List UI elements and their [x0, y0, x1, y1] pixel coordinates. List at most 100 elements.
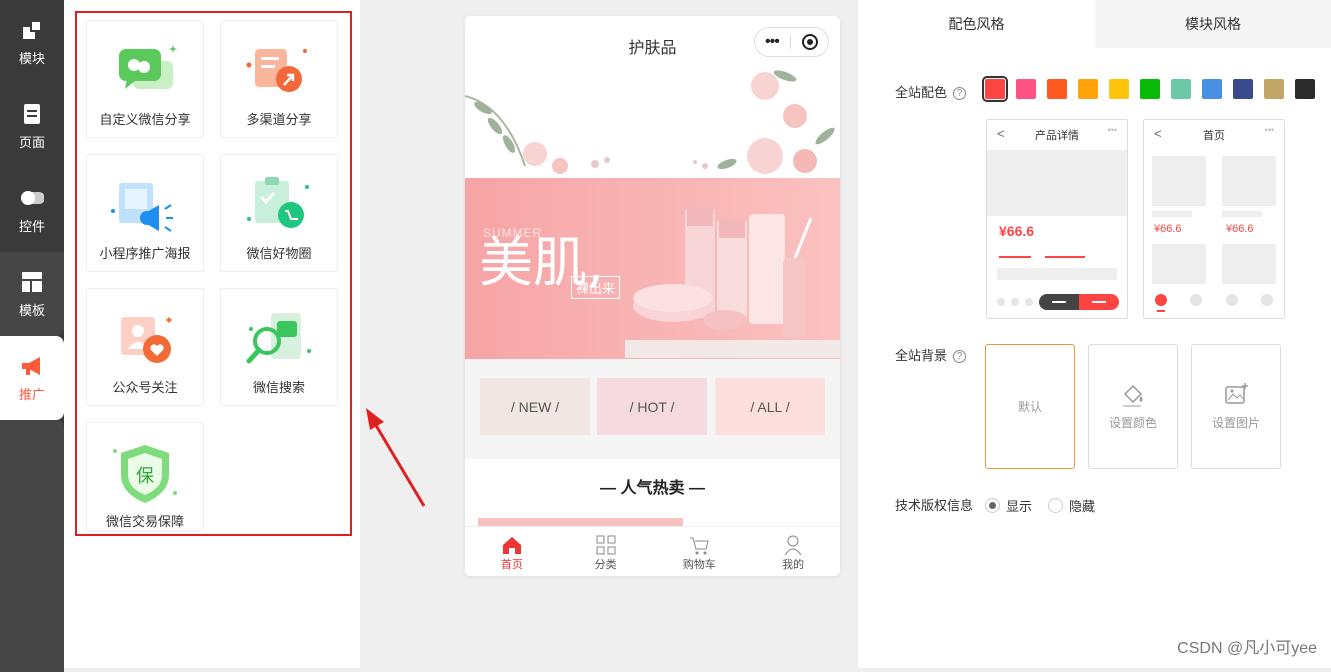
tab-label: 首页 — [500, 559, 523, 571]
phone-preview: 护肤品 ••• SUMMER 美肌, 裸出来 / NEW / / HOT / /… — [465, 16, 840, 576]
nav-filler — [0, 420, 64, 672]
radio-label: 隐藏 — [1069, 499, 1096, 514]
banner-tagline: 裸出来 — [571, 276, 621, 299]
bg-option-color[interactable]: 设置颜色 — [1088, 344, 1178, 469]
card-label: 自定义微信分享 — [99, 112, 191, 127]
nav-item-page[interactable]: 页面 — [0, 84, 64, 168]
watermark: CSDN @凡小可yee — [1177, 640, 1317, 657]
product-image-edge[interactable] — [478, 518, 683, 526]
color-swatch[interactable] — [1109, 79, 1129, 99]
tab-module-style[interactable]: 模块风格 — [1095, 0, 1331, 48]
mini-title: 产品详情 — [1035, 130, 1079, 142]
category-icon — [596, 535, 616, 555]
mini-price: ¥66.6 — [1226, 223, 1254, 235]
megaphone-icon — [20, 354, 44, 378]
user-icon — [784, 535, 802, 556]
floral-header-image — [465, 70, 835, 174]
nav-label: 控件 — [18, 218, 45, 234]
nav-item-promotion[interactable]: 推广 — [0, 336, 64, 420]
bg-label: 全站背景 — [895, 348, 948, 363]
color-swatch[interactable] — [1171, 79, 1191, 99]
bg-option-default[interactable]: 默认 — [985, 344, 1075, 469]
template-icon — [20, 270, 44, 294]
bg-option-image[interactable]: 设置图片 — [1191, 344, 1281, 469]
card-label: 微信交易保障 — [105, 514, 184, 529]
help-icon[interactable]: ? — [953, 87, 967, 101]
tab-cart[interactable]: 购物车 — [653, 527, 747, 576]
tab-label: 我的 — [782, 559, 805, 571]
nav-label: 页面 — [18, 134, 45, 150]
color-swatch[interactable] — [982, 76, 1008, 102]
paint-bucket-icon — [1123, 384, 1143, 407]
bottom-tabbar: 首页 分类 购物车 我的 — [465, 526, 840, 576]
card-official-account-follow[interactable]: 公众号关注 — [86, 288, 204, 406]
card-label: 多渠道分享 — [246, 112, 312, 127]
card-wechat-search[interactable]: 微信搜索 — [220, 288, 338, 406]
card-miniprogram-poster[interactable]: 小程序推广海报 — [86, 154, 204, 272]
guarantee-badge: 保 — [136, 466, 154, 487]
tab-mine[interactable]: 我的 — [746, 527, 840, 576]
capsule-divider — [790, 35, 791, 49]
radio-dot[interactable] — [1048, 498, 1063, 513]
cart-icon — [690, 537, 710, 555]
home-icon — [502, 537, 521, 554]
nav-label: 模板 — [18, 302, 45, 318]
card-wechat-goods-circle[interactable]: 微信好物圈 — [220, 154, 338, 272]
color-swatch[interactable] — [1264, 79, 1284, 99]
mini-accent-line — [1045, 256, 1085, 258]
bg-option-label: 设置颜色 — [1108, 416, 1157, 430]
category-all[interactable]: / ALL / — [715, 378, 825, 435]
radio-show[interactable]: 显示 — [985, 496, 1032, 515]
wechat-search-icon — [246, 313, 311, 364]
close-target-icon[interactable] — [802, 34, 818, 50]
nav-label: 模块 — [18, 50, 45, 66]
tab-home[interactable]: 首页 — [465, 527, 559, 576]
bg-option-label: 默认 — [1017, 400, 1042, 414]
poster-icon — [111, 183, 173, 232]
nav-item-template[interactable]: 模板 — [0, 252, 64, 336]
theme-preview-product: < 产品详情 ••• ¥66.6 — [986, 119, 1128, 319]
annotation-arrow — [366, 408, 426, 507]
card-label: 公众号关注 — [112, 380, 178, 395]
tab-category[interactable]: 分类 — [559, 527, 653, 576]
more-icon: ••• — [1107, 125, 1117, 135]
mini-tab-active — [1155, 294, 1167, 306]
card-wechat-trade-guarantee[interactable]: 保 微信交易保障 — [86, 422, 204, 532]
color-swatch[interactable] — [1016, 79, 1036, 99]
color-swatch[interactable] — [1047, 79, 1067, 99]
color-swatch[interactable] — [1233, 79, 1253, 99]
bg-label-row: 全站背景? — [895, 345, 967, 364]
mini-price: ¥66.6 — [999, 223, 1035, 239]
color-swatch[interactable] — [1078, 79, 1098, 99]
nav-item-module[interactable]: 模块 — [0, 0, 64, 84]
card-custom-wechat-share[interactable]: 自定义微信分享 — [86, 20, 204, 138]
wechat-share-icon — [119, 45, 177, 89]
color-swatch[interactable] — [1202, 79, 1222, 99]
help-icon[interactable]: ? — [953, 350, 967, 364]
nav-item-widget[interactable]: 控件 — [0, 168, 64, 252]
radio-hide[interactable]: 隐藏 — [1048, 496, 1095, 515]
tab-color-style[interactable]: 配色风格 — [858, 0, 1095, 48]
color-swatch[interactable] — [1295, 79, 1315, 99]
promo-banner[interactable]: SUMMER 美肌, 裸出来 — [465, 178, 840, 359]
mini-title: 首页 — [1203, 130, 1225, 142]
category-hot[interactable]: / HOT / — [597, 378, 707, 435]
more-icon: ••• — [1264, 125, 1274, 135]
goods-circle-icon — [247, 177, 309, 228]
mini-price: ¥66.6 — [1154, 223, 1182, 235]
card-multi-channel-share[interactable]: 多渠道分享 — [220, 20, 338, 138]
section-title: — 人气热卖 — — [600, 480, 705, 497]
color-swatch[interactable] — [1140, 79, 1160, 99]
add-image-icon — [1225, 383, 1248, 404]
card-label: 小程序推广海报 — [99, 246, 191, 261]
more-icon[interactable]: ••• — [765, 33, 780, 51]
mini-image-placeholder — [987, 150, 1127, 216]
miniprogram-capsule[interactable]: ••• — [754, 27, 829, 57]
tab-label: 购物车 — [682, 559, 716, 571]
radio-dot-checked[interactable] — [985, 498, 1000, 513]
bg-option-label: 设置图片 — [1211, 416, 1260, 430]
radio-label: 显示 — [1006, 499, 1033, 514]
mini-bar — [997, 268, 1117, 280]
category-new[interactable]: / NEW / — [480, 378, 590, 435]
theme-preview-home: < 首页 ••• ¥66.6 ¥66.6 — [1143, 119, 1285, 319]
